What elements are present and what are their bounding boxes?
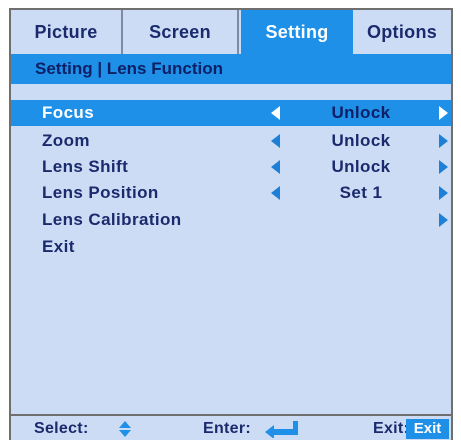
- menu-item-value: Set 1: [339, 183, 383, 202]
- enter-hint-label: Enter:: [203, 420, 252, 437]
- up-down-arrow-icon: [119, 421, 131, 437]
- left-arrow-icon[interactable]: [271, 106, 280, 120]
- menu-item-label: Lens Position: [42, 183, 159, 202]
- tab-picture[interactable]: Picture: [11, 10, 123, 54]
- tab-setting[interactable]: Setting: [241, 10, 353, 54]
- tab-bar: Picture Screen Setting Options: [11, 10, 451, 54]
- page-title: Setting | Lens Function: [35, 59, 223, 78]
- exit-key-badge[interactable]: Exit: [406, 419, 449, 439]
- menu-item-value: Unlock: [331, 131, 391, 150]
- footer-hints: Select: Enter: Exit: Exit: [11, 414, 451, 440]
- menu-item-label: Zoom: [42, 131, 90, 150]
- enter-return-icon: [265, 421, 298, 438]
- right-arrow-icon[interactable]: [439, 186, 448, 200]
- menu-item-lens-position[interactable]: Lens Position Set 1: [11, 180, 451, 206]
- right-arrow-icon[interactable]: [439, 160, 448, 174]
- menu-item-lens-calibration[interactable]: Lens Calibration: [11, 207, 451, 233]
- right-arrow-icon[interactable]: [439, 106, 448, 120]
- menu-item-lens-shift[interactable]: Lens Shift Unlock: [11, 154, 451, 180]
- menu-item-focus[interactable]: Focus Unlock: [11, 100, 451, 126]
- menu-item-value: Unlock: [331, 103, 391, 122]
- right-arrow-icon[interactable]: [439, 134, 448, 148]
- menu-item-zoom[interactable]: Zoom Unlock: [11, 128, 451, 154]
- menu-item-value: Unlock: [331, 157, 391, 176]
- left-arrow-icon[interactable]: [271, 160, 280, 174]
- exit-hint-label: Exit:: [373, 420, 410, 437]
- menu-item-label: Lens Calibration: [42, 210, 182, 229]
- menu-item-label: Lens Shift: [42, 157, 129, 176]
- menu-item-label: Exit: [42, 237, 75, 256]
- menu-item-exit[interactable]: Exit: [11, 234, 451, 260]
- section-header: Setting | Lens Function: [11, 54, 451, 84]
- tab-options[interactable]: Options: [353, 10, 451, 54]
- left-arrow-icon[interactable]: [271, 134, 280, 148]
- menu-item-label: Focus: [42, 103, 95, 122]
- tab-screen[interactable]: Screen: [123, 10, 239, 54]
- osd-menu: Picture Screen Setting Options Setting |…: [9, 8, 453, 440]
- select-hint-label: Select:: [34, 420, 89, 437]
- left-arrow-icon[interactable]: [271, 186, 280, 200]
- right-arrow-icon[interactable]: [439, 213, 448, 227]
